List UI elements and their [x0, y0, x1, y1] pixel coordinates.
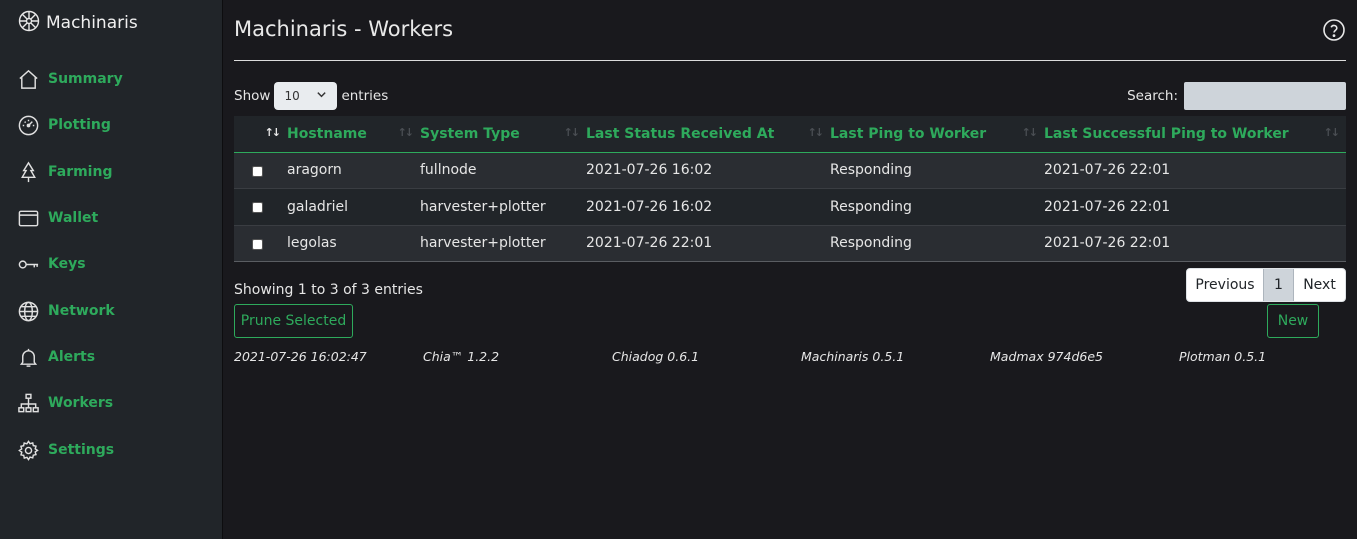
page-1-button[interactable]: 1 — [1263, 269, 1294, 301]
cell-hostname: legolas — [287, 235, 337, 252]
column-header-hostname[interactable]: Hostname ↑↓ — [287, 116, 420, 153]
sidebar-item-label: Workers — [48, 395, 114, 411]
sidebar-item-workers[interactable]: Workers — [17, 390, 113, 416]
sidebar-item-label: Plotting — [48, 117, 111, 133]
sidebar-item-summary[interactable]: Summary — [17, 66, 123, 92]
cell-hostname: aragorn — [287, 162, 342, 179]
table-row: galadriel harvester+plotter 2021-07-26 1… — [234, 188, 1346, 225]
cell-system-type: harvester+plotter — [420, 235, 546, 252]
column-header-system-type[interactable]: System Type ↑↓ — [420, 116, 586, 153]
sort-icon: ↑↓ — [563, 126, 581, 139]
gear-icon — [17, 439, 40, 462]
entries-select-value: 10 — [284, 89, 300, 103]
workers-table: ↑↓ Hostname ↑↓ System Type ↑↓ Last Statu… — [234, 116, 1346, 262]
cell-system-type: harvester+plotter — [420, 198, 546, 215]
cell-last-status: 2021-07-26 22:01 — [586, 235, 713, 252]
sort-ascending-icon: ↑↓ — [264, 126, 282, 139]
sidebar-item-network[interactable]: Network — [17, 298, 115, 324]
show-label: Show — [234, 88, 271, 104]
sidebar-item-label: Wallet — [48, 210, 99, 226]
cell-last-status: 2021-07-26 16:02 — [586, 162, 713, 179]
sort-icon: ↑↓ — [397, 126, 415, 139]
row-checkbox[interactable] — [252, 202, 263, 214]
footer-plotman-version: Plotman 0.5.1 — [1179, 349, 1267, 364]
wheel-logo-icon — [17, 9, 41, 38]
main-content: Machinaris - Workers Show 10 entries Sea… — [234, 0, 1346, 539]
row-checkbox[interactable] — [252, 238, 263, 250]
entries-length-control: Show 10 entries — [234, 82, 388, 110]
sidebar-item-farming[interactable]: Farming — [17, 159, 112, 185]
prune-selected-button[interactable]: Prune Selected — [234, 304, 353, 338]
table-row: legolas harvester+plotter 2021-07-26 22:… — [234, 225, 1346, 262]
sort-icon: ↑↓ — [1021, 126, 1039, 139]
sidebar-item-keys[interactable]: Keys — [17, 251, 86, 277]
wallet-icon — [17, 207, 40, 230]
sidebar-item-label: Farming — [48, 164, 113, 180]
footer-madmax-version: Madmax 974d6e5 — [990, 349, 1103, 364]
pagination: Previous 1 Next — [1186, 268, 1346, 302]
sort-icon: ↑↓ — [1323, 126, 1341, 139]
diagram-icon — [17, 392, 40, 415]
cell-last-ping: Responding — [830, 235, 912, 252]
cell-last-successful-ping: 2021-07-26 22:01 — [1044, 162, 1171, 179]
question-circle-icon[interactable] — [1322, 18, 1346, 42]
row-checkbox[interactable] — [252, 165, 263, 177]
house-icon — [17, 68, 40, 91]
table-info: Showing 1 to 3 of 3 entries — [234, 282, 423, 298]
cell-last-successful-ping: 2021-07-26 22:01 — [1044, 235, 1171, 252]
sidebar-item-plotting[interactable]: Plotting — [17, 112, 111, 138]
sidebar-item-label: Network — [48, 303, 115, 319]
column-header-last-ping[interactable]: Last Ping to Worker ↑↓ — [830, 116, 1044, 153]
cell-last-ping: Responding — [830, 162, 912, 179]
sidebar-item-alerts[interactable]: Alerts — [17, 344, 95, 370]
search-control: Search: — [1127, 82, 1346, 110]
sidebar-item-label: Keys — [48, 256, 86, 272]
cell-last-status: 2021-07-26 16:02 — [586, 198, 713, 215]
footer-timestamp: 2021-07-26 16:02:47 — [234, 349, 367, 364]
tree-icon — [17, 161, 40, 184]
page-title: Machinaris - Workers — [234, 17, 454, 41]
bell-icon — [17, 346, 40, 369]
sidebar-item-label: Settings — [48, 442, 115, 458]
sidebar: Machinaris Summary Plotting Farming Wall… — [0, 0, 223, 539]
version-footer: 2021-07-26 16:02:47 Chia™ 1.2.2 Chiadog … — [234, 349, 1346, 365]
select-column-header[interactable]: ↑↓ — [234, 116, 287, 153]
brand-name: Machinaris — [46, 13, 138, 33]
column-header-last-status[interactable]: Last Status Received At ↑↓ — [586, 116, 830, 153]
cell-last-ping: Responding — [830, 198, 912, 215]
cell-last-successful-ping: 2021-07-26 22:01 — [1044, 198, 1171, 215]
table-row: aragorn fullnode 2021-07-26 16:02 Respon… — [234, 152, 1346, 189]
entries-label: entries — [341, 88, 389, 104]
sidebar-item-label: Alerts — [48, 349, 96, 365]
speedometer-icon — [17, 114, 40, 137]
sidebar-item-label: Summary — [48, 71, 123, 87]
footer-chia-version: Chia™ 1.2.2 — [423, 349, 500, 364]
brand[interactable]: Machinaris — [17, 9, 138, 38]
chevron-down-icon — [316, 89, 327, 103]
sort-icon: ↑↓ — [807, 126, 825, 139]
sidebar-item-wallet[interactable]: Wallet — [17, 205, 98, 231]
cell-hostname: galadriel — [287, 198, 348, 215]
new-worker-button[interactable]: New — [1267, 304, 1319, 338]
key-icon — [17, 253, 40, 276]
title-divider — [234, 60, 1346, 61]
search-input[interactable] — [1184, 82, 1346, 110]
footer-machinaris-version: Machinaris 0.5.1 — [801, 349, 905, 364]
search-label: Search: — [1127, 88, 1178, 104]
cell-system-type: fullnode — [420, 162, 477, 179]
sidebar-item-settings[interactable]: Settings — [17, 437, 114, 463]
column-header-last-successful-ping[interactable]: Last Successful Ping to Worker ↑↓ — [1044, 116, 1346, 153]
entries-select[interactable]: 10 — [274, 82, 338, 110]
footer-chiadog-version: Chiadog 0.6.1 — [612, 349, 700, 364]
next-page-button[interactable]: Next — [1294, 269, 1345, 301]
previous-page-button[interactable]: Previous — [1187, 269, 1263, 301]
globe-icon — [17, 300, 40, 323]
table-header-row: ↑↓ Hostname ↑↓ System Type ↑↓ Last Statu… — [234, 116, 1346, 153]
